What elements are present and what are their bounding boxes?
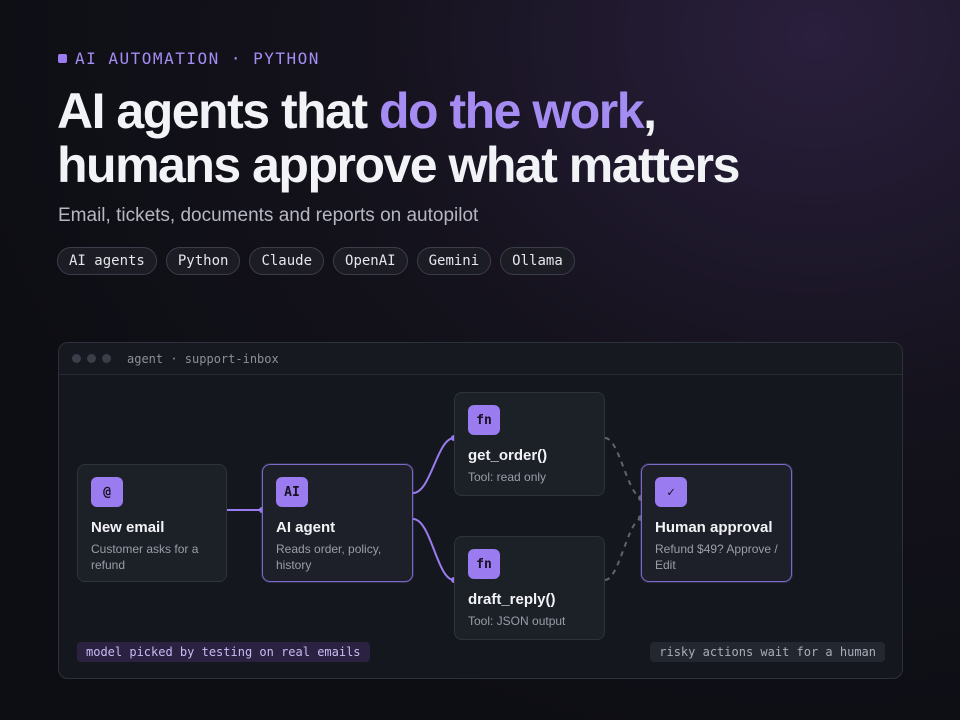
node-title: AI agent: [276, 519, 336, 536]
node-description: Reads order, policy, history: [276, 542, 382, 572]
node-title: draft_reply(): [468, 591, 556, 608]
tag-list: AI agents Python Claude OpenAI Gemini Ol…: [57, 247, 575, 275]
note-risky-actions: risky actions wait for a human: [650, 642, 885, 662]
function-icon: fn: [468, 549, 500, 579]
node-new-email[interactable]: @ New email Customer asks for a refund: [77, 464, 227, 582]
node-title: Human approval: [655, 519, 773, 536]
connector-get-order-approval: [604, 437, 642, 499]
headline-line2: humans approve what matters: [57, 137, 740, 193]
headline-accent: do the work: [378, 83, 645, 139]
tag-ollama: Ollama: [500, 247, 575, 275]
agent-window: agent · support-inbox @ New email Custom…: [58, 342, 903, 679]
checkmark-icon: ✓: [655, 477, 687, 507]
node-human-approval[interactable]: ✓ Human approval Refund $49? Approve / E…: [641, 464, 792, 582]
node-description: Refund $49? Approve / Edit: [655, 542, 778, 572]
node-description: Tool: read only: [468, 470, 547, 484]
ai-icon: AI: [276, 477, 308, 507]
eyebrow: AI AUTOMATION · PYTHON: [58, 49, 320, 68]
node-draft-reply[interactable]: fn draft_reply() Tool: JSON output: [454, 536, 605, 640]
eyebrow-square-icon: [58, 54, 67, 63]
connector-agent-get-order: [412, 437, 455, 494]
node-title: get_order(): [468, 447, 548, 464]
connector-agent-draft-reply: [412, 518, 455, 581]
node-description: Customer asks for a refund: [91, 542, 199, 572]
subtitle: Email, tickets, documents and reports on…: [58, 205, 479, 226]
tag-claude: Claude: [249, 247, 325, 275]
at-icon: @: [91, 477, 123, 507]
function-icon: fn: [468, 405, 500, 435]
tag-python: Python: [165, 247, 241, 275]
tag-gemini: Gemini: [416, 247, 492, 275]
node-title: New email: [91, 519, 165, 536]
note-model-picked: model picked by testing on real emails: [77, 642, 370, 662]
eyebrow-text: AI AUTOMATION · PYTHON: [75, 49, 320, 68]
tag-ai-agents: AI agents: [57, 247, 157, 275]
node-description: Tool: JSON output: [468, 614, 566, 628]
headline-part1: AI agents that: [57, 83, 379, 139]
node-ai-agent[interactable]: AI AI agent Reads order, policy, history: [262, 464, 413, 582]
headline: AI agents that do the work, humans approv…: [57, 83, 740, 193]
node-get-order[interactable]: fn get_order() Tool: read only: [454, 392, 605, 496]
tag-openai: OpenAI: [333, 247, 408, 275]
headline-part2: ,: [643, 83, 657, 139]
connector-draft-reply-approval: [604, 517, 642, 581]
